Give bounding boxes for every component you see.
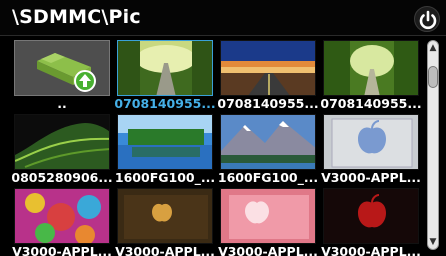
image-thumbnail bbox=[14, 114, 110, 170]
scroll-down-arrow-icon[interactable]: ▼ bbox=[427, 236, 439, 248]
item-label: V3000-APPL... bbox=[115, 244, 215, 256]
image-item[interactable]: V3000-APPL... bbox=[216, 184, 320, 256]
item-label: V3000-APPL... bbox=[12, 244, 112, 256]
scroll-up-arrow-icon[interactable]: ▲ bbox=[427, 42, 439, 54]
image-thumbnail bbox=[323, 40, 419, 96]
image-item[interactable]: 0708140955... bbox=[113, 36, 217, 114]
image-thumbnail bbox=[220, 114, 316, 170]
image-item[interactable]: 0708140955... bbox=[216, 36, 320, 114]
title-bar: \SDMMC\Pic bbox=[0, 0, 446, 36]
item-label: V3000-APPL... bbox=[321, 244, 421, 256]
image-item[interactable]: V3000-APPL... bbox=[319, 110, 423, 188]
image-thumbnail bbox=[117, 40, 213, 96]
current-path: \SDMMC\Pic bbox=[12, 6, 141, 28]
image-thumbnail bbox=[323, 114, 419, 170]
item-label: V3000-APPL... bbox=[218, 244, 318, 256]
folder-up-icon bbox=[15, 41, 109, 95]
image-item[interactable]: V3000-APPL... bbox=[319, 184, 423, 256]
folder-thumbnail bbox=[14, 40, 110, 96]
scrollbar-thumb[interactable] bbox=[428, 66, 438, 88]
image-thumbnail bbox=[220, 188, 316, 244]
image-item[interactable]: V3000-APPL... bbox=[113, 184, 217, 256]
vertical-scrollbar[interactable]: ▲ ▼ bbox=[424, 40, 442, 250]
image-item[interactable]: 0708140955... bbox=[319, 36, 423, 114]
image-thumbnail bbox=[220, 40, 316, 96]
thumbnail-grid: .. 0708140955... 0708140955... 070814095… bbox=[0, 36, 424, 256]
image-thumbnail bbox=[323, 188, 419, 244]
image-item[interactable]: V3000-APPL... bbox=[10, 184, 114, 256]
image-thumbnail bbox=[117, 188, 213, 244]
power-icon bbox=[419, 10, 437, 30]
image-item[interactable]: 0805280906... bbox=[10, 110, 114, 188]
image-thumbnail bbox=[117, 114, 213, 170]
image-thumbnail bbox=[14, 188, 110, 244]
power-button[interactable] bbox=[414, 6, 440, 32]
image-item[interactable]: 1600FG100_... bbox=[113, 110, 217, 188]
image-item[interactable]: 1600FG100_... bbox=[216, 110, 320, 188]
parent-folder-item[interactable]: .. bbox=[10, 36, 114, 114]
